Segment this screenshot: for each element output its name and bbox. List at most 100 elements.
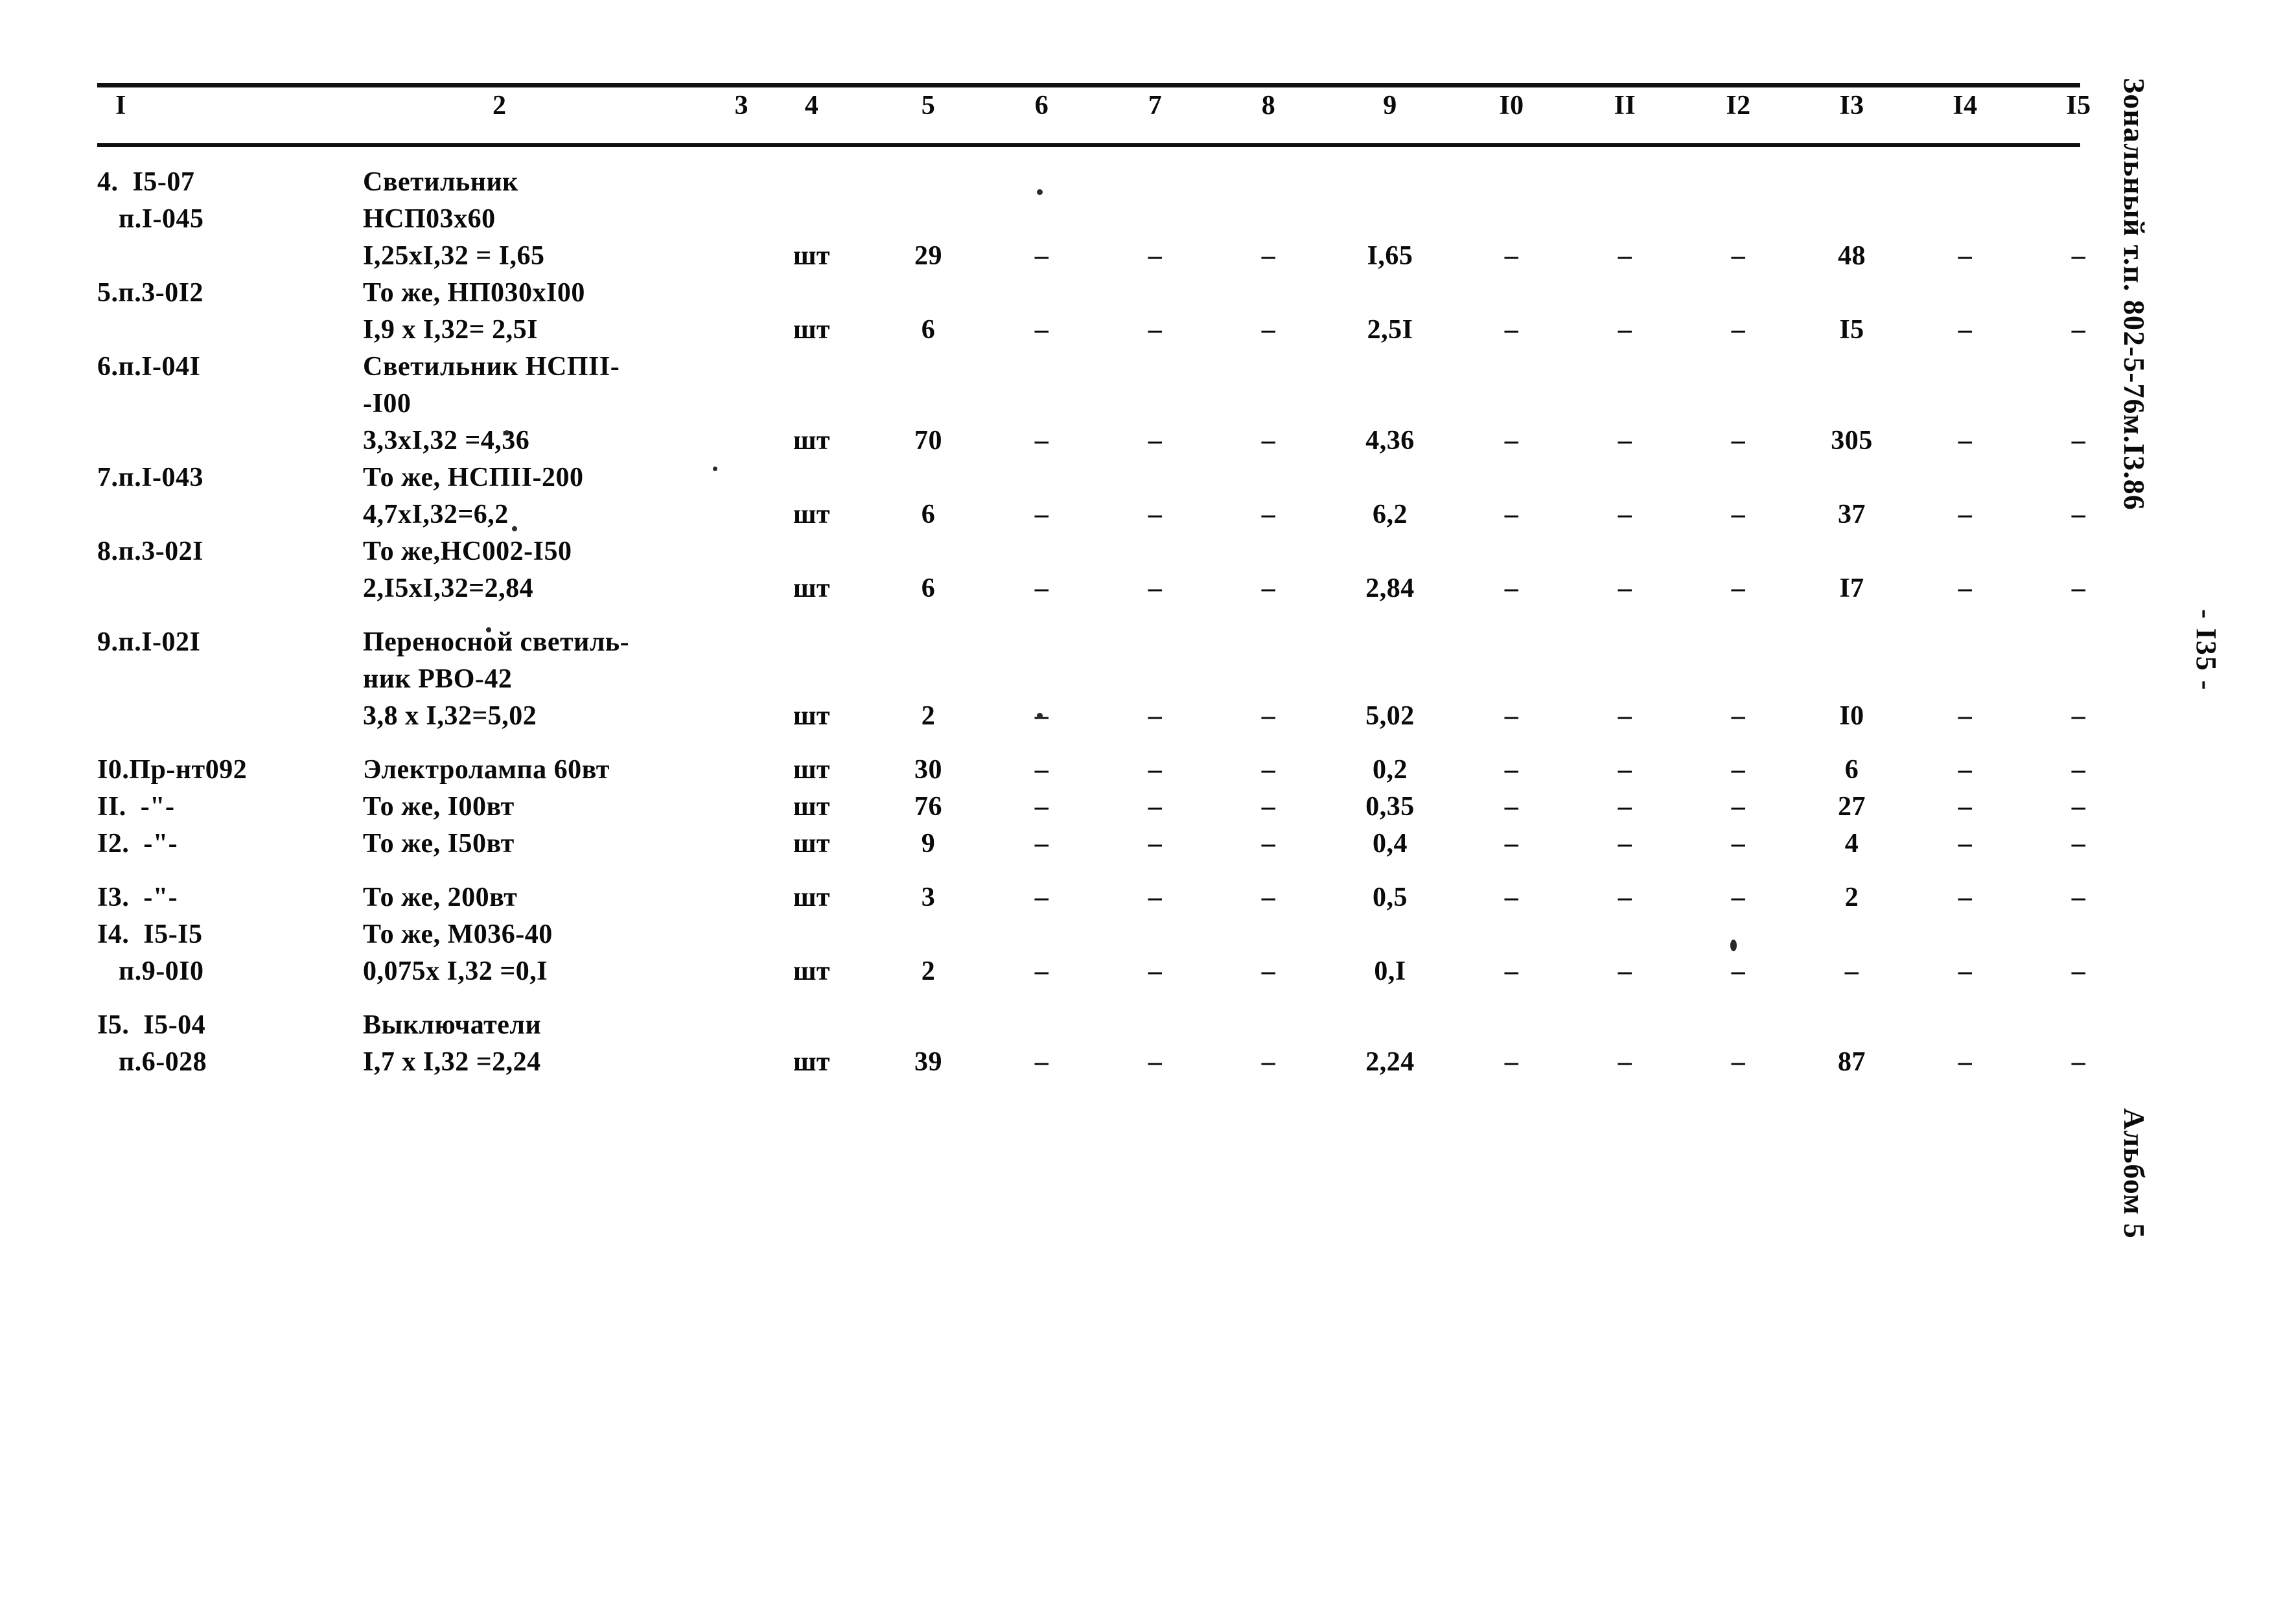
- row-col12: –: [1731, 755, 1746, 785]
- row-col7: –: [1148, 500, 1163, 529]
- row-col14: –: [1958, 883, 1973, 912]
- row-col12: –: [1731, 426, 1746, 456]
- row-col8: –: [1261, 829, 1276, 859]
- row-col6: –: [1034, 573, 1049, 603]
- row-qty-col5: 3: [921, 883, 936, 912]
- row-position-code: 5.п.3-0I2: [97, 278, 204, 308]
- row-spacer: [97, 990, 2135, 1007]
- row-col11: –: [1618, 956, 1632, 986]
- column-header-4: 4: [804, 91, 819, 121]
- row-col7: –: [1148, 241, 1163, 271]
- row-mass-col9: 2,5I: [1367, 315, 1413, 345]
- row-col12: –: [1731, 883, 1746, 912]
- scan-speck: [1037, 189, 1043, 195]
- column-header-3: 3: [734, 91, 748, 121]
- row-col15: –: [2071, 883, 2086, 912]
- row-col15: –: [2071, 956, 2086, 986]
- row-col10: –: [1504, 956, 1519, 986]
- row-col12: –: [1731, 1047, 1746, 1077]
- document-stamp-right: Зональный т.п. 802-5-76м.I3.86: [2118, 78, 2151, 511]
- table-row: I4. I5-I5 п.9-0I0 То же, М036-40 0,075х I…: [97, 916, 2135, 990]
- row-col8: –: [1261, 315, 1276, 345]
- row-item-name: То же, 200вт: [363, 883, 518, 912]
- row-col11: –: [1618, 701, 1632, 731]
- row-col8: –: [1261, 883, 1276, 912]
- row-unit: шт: [793, 701, 831, 731]
- column-header-9: 9: [1383, 91, 1397, 121]
- row-item-name: То же, НП030хI00 I,9 х I,32= 2,5I: [363, 278, 585, 345]
- row-col6: –: [1034, 883, 1049, 912]
- row-item-name: То же, НСПII-200 4,7хI,32=6,2: [363, 463, 584, 529]
- row-mass-col9: 0,2: [1373, 755, 1408, 785]
- row-col6: –: [1034, 241, 1049, 271]
- document-page: I 2 3 4 5 6 7 8 9 I0 II I2 I3 I4 I5 4. I…: [0, 0, 2296, 1607]
- row-col10: –: [1504, 1047, 1519, 1077]
- row-col15: –: [2071, 792, 2086, 822]
- row-position-code: I3. -"-: [97, 883, 178, 912]
- row-col11: –: [1618, 573, 1632, 603]
- row-qty-col5: 29: [914, 241, 942, 271]
- row-mass-col9: 0,35: [1365, 792, 1415, 822]
- row-spacer: [97, 862, 2135, 879]
- row-col12: –: [1731, 956, 1746, 986]
- table-row: 8.п.3-02I То же,НС002-I50 2,I5хI,32=2,84 ш…: [97, 533, 2135, 607]
- row-col10: –: [1504, 755, 1519, 785]
- row-qty-col5: 39: [914, 1047, 942, 1077]
- row-col12: –: [1731, 792, 1746, 822]
- column-header-14: I4: [1953, 91, 1978, 121]
- row-item-name: Электролампа 60вт: [363, 755, 610, 785]
- row-unit: шт: [793, 426, 831, 456]
- row-col6: –: [1034, 500, 1049, 529]
- row-col7: –: [1148, 426, 1163, 456]
- row-unit: шт: [793, 829, 831, 859]
- specification-table-block: I 2 3 4 5 6 7 8 9 I0 II I2 I3 I4 I5 4. I…: [97, 83, 2091, 1081]
- row-mass-col9: 0,4: [1373, 829, 1408, 859]
- row-qty-col5: 30: [914, 755, 942, 785]
- column-header-11: II: [1614, 91, 1636, 121]
- column-header-5: 5: [921, 91, 936, 121]
- row-col7: –: [1148, 792, 1163, 822]
- row-col13: I7: [1839, 573, 1864, 603]
- row-col13: 6: [1844, 755, 1859, 785]
- scan-speck: [713, 467, 717, 471]
- row-mass-col9: 0,5: [1373, 883, 1408, 912]
- row-col6: –: [1034, 426, 1049, 456]
- column-header-2-3: 2 3: [363, 87, 752, 143]
- page-number: - I35 -: [2190, 609, 2222, 691]
- row-mass-col9: 6,2: [1373, 500, 1408, 529]
- album-label: Альбом 5: [2118, 1108, 2151, 1239]
- row-col8: –: [1261, 426, 1276, 456]
- column-header-7: 7: [1148, 91, 1163, 121]
- row-qty-col5: 6: [921, 573, 936, 603]
- row-col10: –: [1504, 426, 1519, 456]
- row-col14: –: [1958, 755, 1973, 785]
- row-col7: –: [1148, 883, 1163, 912]
- row-item-name: То же, I50вт: [363, 829, 515, 859]
- row-col13: 2: [1844, 883, 1859, 912]
- row-mass-col9: 5,02: [1365, 701, 1415, 731]
- row-mass-col9: 2,84: [1365, 573, 1415, 603]
- row-item-name: То же, I00вт: [363, 792, 515, 822]
- row-position-code: 9.п.I-02I: [97, 627, 201, 657]
- row-col13: I0: [1839, 701, 1864, 731]
- row-col8: –: [1261, 500, 1276, 529]
- row-col14: –: [1958, 315, 1973, 345]
- row-qty-col5: 6: [921, 500, 936, 529]
- row-unit: шт: [793, 883, 831, 912]
- specification-table-body: 4. I5-07 п.I-045 Светильник НСП03х60 I,25…: [97, 147, 2135, 1081]
- row-position-code: 6.п.I-04I: [97, 352, 201, 382]
- row-col11: –: [1618, 315, 1632, 345]
- row-col8: –: [1261, 241, 1276, 271]
- row-col11: –: [1618, 426, 1632, 456]
- row-position-code: 4. I5-07 п.I-045: [97, 167, 204, 234]
- row-col10: –: [1504, 829, 1519, 859]
- row-col11: –: [1618, 755, 1632, 785]
- row-col12: –: [1731, 500, 1746, 529]
- row-qty-col5: 9: [921, 829, 936, 859]
- row-col12: –: [1731, 315, 1746, 345]
- row-col11: –: [1618, 500, 1632, 529]
- row-item-name: То же, М036-40 0,075х I,32 =0,I: [363, 919, 553, 986]
- row-position-code: 8.п.3-02I: [97, 537, 204, 566]
- table-row: II. -"- То же, I00вт шт 76 – – – 0,35 – – – 27 – –: [97, 789, 2135, 826]
- row-col7: –: [1148, 829, 1163, 859]
